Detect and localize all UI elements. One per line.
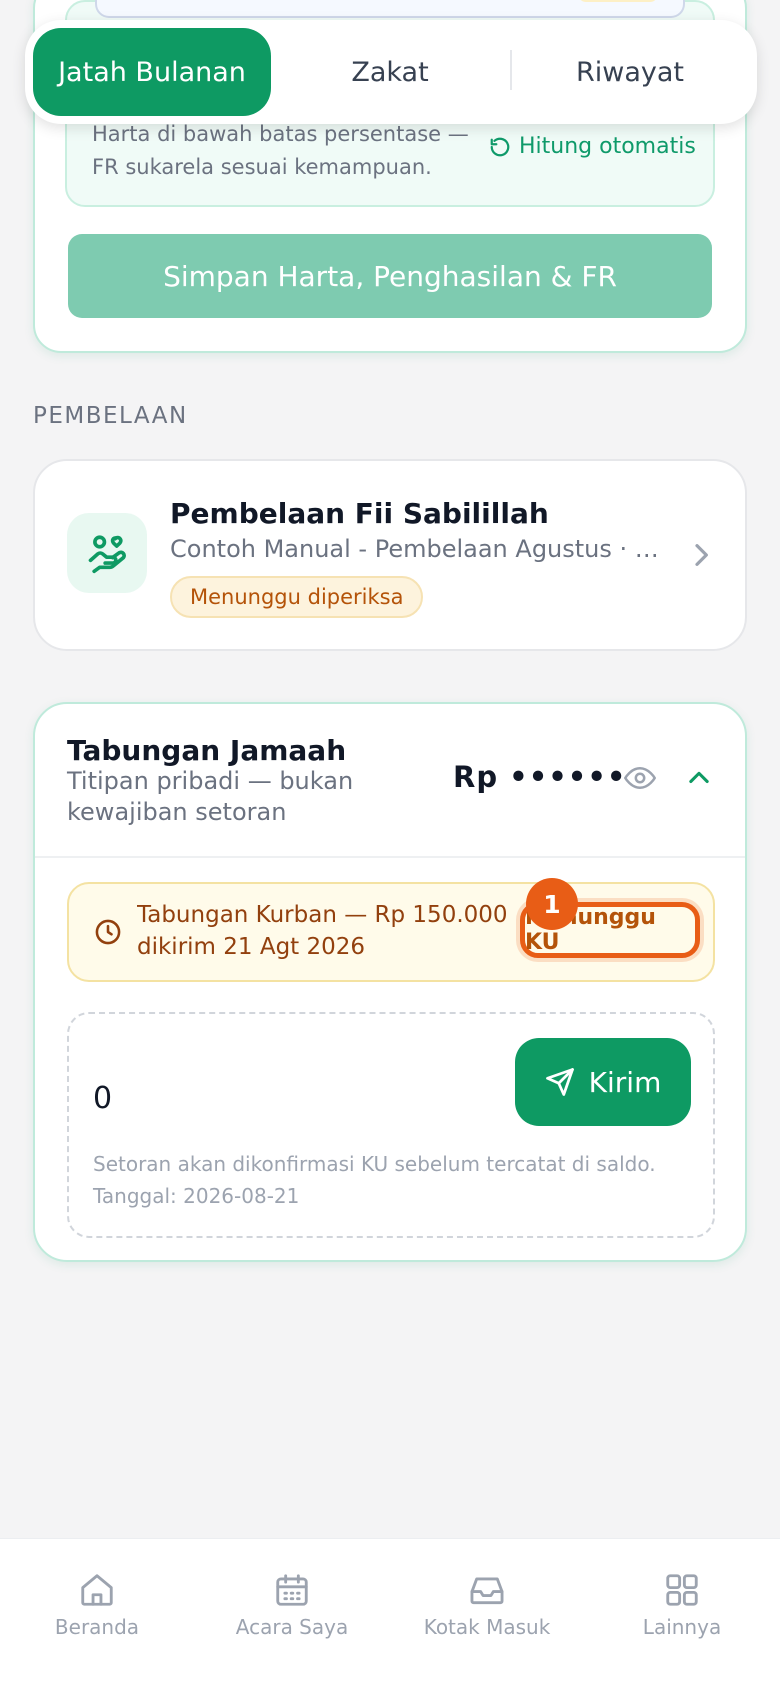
tab-riwayat[interactable]: Riwayat — [515, 28, 745, 116]
chevron-right-icon — [695, 544, 708, 566]
pending-text: Tabungan Kurban — Rp 150.000 dikirim 21 … — [137, 899, 507, 963]
pembelaan-card[interactable]: Pembelaan Fii Sabilillah Contoh Manual -… — [33, 459, 747, 651]
nav-kotak-masuk[interactable]: Kotak Masuk — [397, 1571, 577, 1639]
home-icon — [81, 1574, 113, 1606]
nav-beranda[interactable]: Beranda — [7, 1571, 187, 1639]
pending-deposit: Tabungan Kurban — Rp 150.000 dikirim 21 … — [67, 878, 715, 982]
nav-label-lainnya: Lainnya — [642, 1615, 722, 1639]
nav-acara-saya[interactable]: Acara Saya — [202, 1571, 382, 1639]
nav-label-acara-saya: Acara Saya — [235, 1615, 349, 1639]
auto-calc-label: Hitung otomatis — [519, 134, 696, 159]
send-label: Kirim — [588, 1065, 662, 1099]
pending-text-line1: Tabungan Kurban — Rp 150.000 — [137, 902, 507, 928]
clock-icon — [95, 919, 121, 945]
send-icon — [545, 1068, 574, 1096]
tabungan-subtitle: Titipan pribadi — bukan kewajiban setora… — [67, 767, 354, 826]
calendar-icon — [276, 1574, 308, 1606]
hand-heart-icon — [88, 535, 126, 574]
pembelaan-subtitle: Contoh Manual - Pembelaan Agustus · Agus… — [170, 535, 660, 563]
tabungan-title: Tabungan Jamaah — [67, 734, 347, 767]
step-number-badge: 1 — [526, 878, 578, 930]
status-pill-peek — [578, 0, 658, 2]
deposit-form: Kirim Setoran akan dikonfirmasi KU sebel… — [67, 1012, 715, 1238]
status-badge: Menunggu diperiksa — [170, 576, 424, 618]
send-button[interactable]: Kirim — [515, 1038, 691, 1126]
tabungan-balance: Rp •••••• — [453, 760, 627, 794]
nav-lainnya[interactable]: Lainnya — [592, 1571, 772, 1639]
grid-icon — [666, 1574, 698, 1606]
tabungan-divider — [35, 856, 745, 858]
tab-divider — [510, 50, 512, 90]
pembelaan-icon-wrap — [67, 513, 147, 593]
harta-info-text: Harta di bawah batas persentase — FR suk… — [92, 122, 469, 179]
section-label-pembelaan: PEMBELAAN — [33, 403, 188, 429]
save-harta-button[interactable]: Simpan Harta, Penghasilan & FR — [68, 234, 712, 318]
chevron-up-icon[interactable] — [685, 764, 713, 792]
refresh-icon — [490, 137, 510, 156]
pembelaan-title: Pembelaan Fii Sabilillah — [170, 497, 549, 530]
tabungan-card: Tabungan Jamaah Titipan pribadi — bukan … — [33, 702, 747, 1262]
tab-bar: Jatah Bulanan Zakat Riwayat — [25, 20, 757, 124]
bottom-nav: Beranda Acara Saya Kotak Masuk Lainnya — [0, 1538, 780, 1688]
pending-text-line2: dikirim 21 Agt 2026 — [137, 934, 366, 960]
tab-jatah-bulanan[interactable]: Jatah Bulanan — [33, 28, 271, 116]
harta-inner-box — [95, 0, 685, 18]
auto-calc-link[interactable]: Hitung otomatis — [489, 134, 696, 159]
deposit-amount-input[interactable] — [93, 1074, 463, 1122]
eye-icon[interactable] — [623, 764, 657, 792]
inbox-icon — [470, 1577, 504, 1605]
deposit-note: Setoran akan dikonfirmasi KU sebelum ter… — [93, 1152, 656, 1208]
nav-label-beranda: Beranda — [54, 1615, 140, 1639]
tab-zakat[interactable]: Zakat — [275, 28, 505, 116]
nav-label-kotak-masuk: Kotak Masuk — [423, 1615, 551, 1639]
